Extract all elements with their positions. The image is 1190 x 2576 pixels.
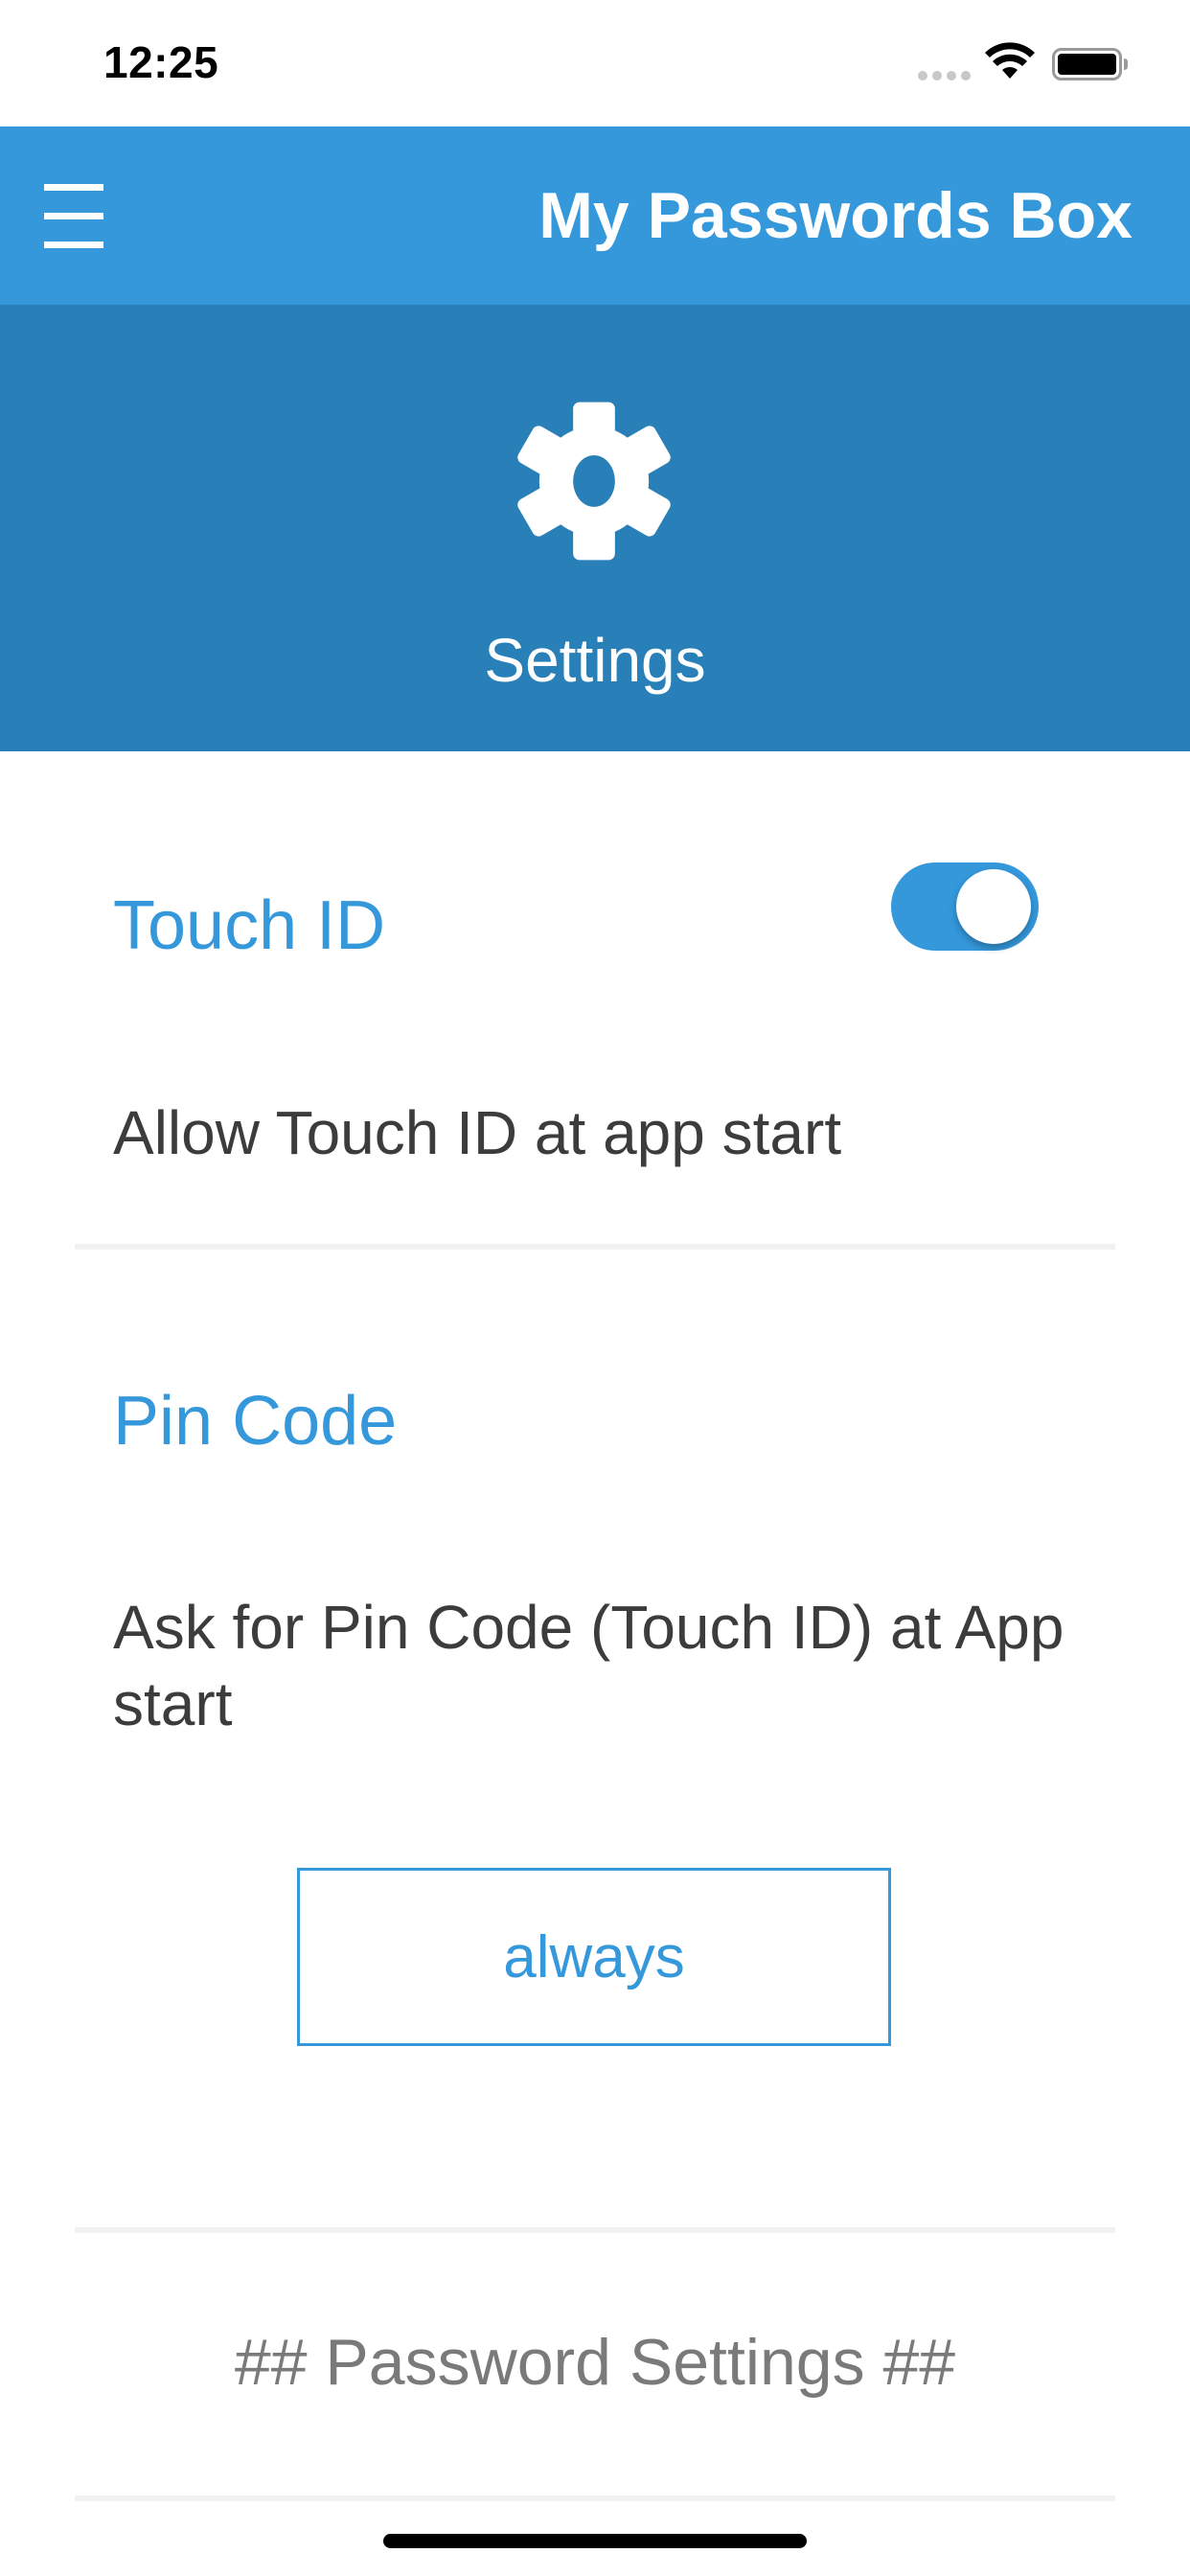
pin-code-description: Ask for Pin Code (Touch ID) at App start xyxy=(113,1593,1064,1738)
status-bar: 12:25 xyxy=(0,0,1190,126)
divider xyxy=(75,1244,1115,1250)
pin-code-title: Pin Code xyxy=(113,1383,398,1460)
touch-id-title: Touch ID xyxy=(113,887,386,964)
divider xyxy=(75,2227,1115,2233)
divider xyxy=(75,2496,1115,2501)
pin-code-frequency-button[interactable]: always xyxy=(297,1868,891,2046)
gear-icon xyxy=(517,402,671,561)
header-title: My Passwords Box xyxy=(538,179,1133,252)
status-time: 12:25 xyxy=(103,37,219,87)
battery-icon xyxy=(1052,48,1128,80)
touch-id-description: Allow Touch ID at app start xyxy=(113,1098,842,1167)
hamburger-menu-icon[interactable] xyxy=(44,176,103,257)
app-header: My Passwords Box xyxy=(0,126,1190,305)
touch-id-toggle[interactable] xyxy=(891,862,1039,951)
settings-banner: Settings xyxy=(0,305,1190,751)
home-indicator xyxy=(383,2534,807,2548)
cellular-signal-icon xyxy=(918,71,971,80)
password-settings-link[interactable]: ## Password Settings ## xyxy=(0,2325,1190,2400)
toggle-knob xyxy=(956,869,1031,944)
banner-title: Settings xyxy=(484,626,706,695)
wifi-icon xyxy=(985,42,1035,79)
